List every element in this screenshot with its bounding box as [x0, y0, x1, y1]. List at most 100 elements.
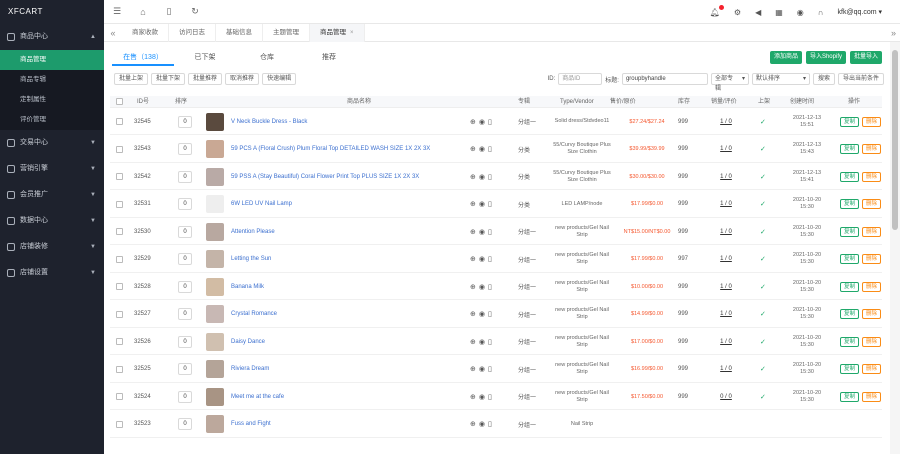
product-name-link[interactable]: Fuss and Fight [231, 421, 271, 427]
sidebar-item[interactable]: 商品管理 [0, 50, 104, 70]
page-tab[interactable]: 访问日志 [169, 23, 216, 42]
row-checkbox[interactable] [116, 255, 123, 263]
eye-icon[interactable]: ◉ [479, 228, 485, 236]
product-thumbnail[interactable] [206, 360, 224, 378]
close-icon[interactable]: × [350, 24, 354, 42]
search-button[interactable]: 搜索 [812, 73, 835, 85]
sidebar-group[interactable]: 数据中心 ▼ [0, 208, 104, 234]
page-tab[interactable]: 商品管理 × [310, 23, 365, 42]
row-checkbox[interactable] [116, 420, 123, 428]
eye-icon[interactable]: ◉ [479, 283, 485, 291]
sort-input[interactable]: 0 [178, 280, 192, 293]
chrome-icon[interactable]: ◉ [797, 8, 804, 17]
globe-icon[interactable]: ⊕ [470, 283, 476, 291]
sales-reviews-link[interactable]: 1 / 0 [720, 311, 732, 317]
bulk-tool-button[interactable]: 取消推荐 [225, 73, 260, 85]
page-tab[interactable]: 基础信息 [216, 23, 263, 42]
user-menu[interactable]: kfk@qq.com ▾ [838, 8, 882, 16]
bell-icon[interactable]: 🔔︎ [710, 4, 724, 17]
globe-icon[interactable]: ⊕ [470, 338, 476, 346]
copy-button[interactable]: 复制 [840, 116, 860, 127]
mobile-icon[interactable]: ▯ [488, 310, 492, 318]
row-checkbox[interactable] [116, 145, 123, 153]
row-checkbox[interactable] [116, 173, 123, 180]
sidebar-group[interactable]: 店铺装修 ▼ [0, 234, 104, 260]
mobile-icon[interactable]: ▯ [488, 145, 492, 153]
bulk-tool-button[interactable]: 批量下架 [151, 73, 186, 85]
copy-button[interactable]: 复制 [840, 336, 860, 347]
eye-icon[interactable]: ◉ [479, 393, 485, 401]
eye-icon[interactable]: ◉ [479, 200, 485, 208]
id-input[interactable]: 商品ID [558, 73, 603, 85]
product-thumbnail[interactable] [206, 332, 224, 351]
sort-input[interactable]: 0 [178, 225, 192, 238]
delete-button[interactable]: 删除 [862, 336, 882, 347]
delete-button[interactable]: 删除 [862, 364, 882, 374]
sort-input[interactable]: 0 [178, 308, 192, 320]
listed-check-icon[interactable]: ✓ [760, 338, 766, 346]
globe-icon[interactable]: ⊕ [470, 173, 476, 181]
mobile-icon[interactable]: ▯ [488, 228, 492, 236]
copy-button[interactable]: 复制 [840, 144, 860, 154]
sales-reviews-link[interactable]: 1 / 0 [720, 201, 732, 207]
calendar-icon[interactable]: ▦ [775, 8, 783, 17]
product-thumbnail[interactable] [206, 415, 224, 433]
tabs-scroll-left-icon[interactable]: « [104, 28, 122, 38]
sales-reviews-link[interactable]: 1 / 0 [720, 284, 732, 290]
product-name-link[interactable]: Daisy Dance [231, 339, 265, 345]
mobile-icon[interactable]: ▯ [488, 200, 492, 208]
copy-button[interactable]: 复制 [840, 171, 860, 182]
row-checkbox[interactable] [116, 310, 123, 318]
delete-button[interactable]: 删除 [862, 226, 882, 237]
sidebar-group[interactable]: 营销引擎 ▼ [0, 156, 104, 182]
refresh-icon[interactable]: ↻ [182, 6, 208, 17]
mobile-icon[interactable]: ▯ [488, 118, 492, 126]
sales-reviews-link[interactable]: 1 / 0 [720, 366, 732, 372]
sort-select[interactable]: 默认排序 ▾ [751, 73, 810, 85]
copy-button[interactable]: 复制 [840, 391, 860, 402]
listed-check-icon[interactable]: ✓ [760, 173, 766, 181]
eye-icon[interactable]: ◉ [479, 365, 485, 373]
product-thumbnail[interactable] [206, 250, 224, 268]
globe-icon[interactable]: ⊕ [470, 393, 476, 401]
globe-icon[interactable]: ⊕ [470, 228, 476, 236]
row-checkbox[interactable] [116, 338, 123, 345]
sort-input[interactable]: 0 [178, 418, 192, 430]
product-thumbnail[interactable] [206, 195, 224, 213]
page-tab[interactable]: 商家收款 [122, 23, 169, 42]
sort-input[interactable]: 0 [178, 335, 192, 348]
listed-check-icon[interactable]: ✓ [760, 255, 766, 263]
bulk-tool-button[interactable]: 批量推荐 [188, 73, 223, 85]
product-name-link[interactable]: Meet me at the cafe [231, 394, 284, 400]
product-name-link[interactable]: Letting the Sun [231, 256, 271, 262]
product-name-link[interactable]: 59 PSS A (Stay Beautiful) Coral Flower P… [231, 174, 419, 180]
sales-reviews-link[interactable]: 1 / 0 [720, 339, 732, 345]
title-input[interactable]: groupbyhandle [621, 73, 708, 85]
product-name-link[interactable]: 6W LED UV Nail Lamp [231, 201, 292, 207]
delete-button[interactable]: 删除 [862, 116, 882, 127]
sort-input[interactable]: 0 [178, 198, 192, 210]
globe-icon[interactable]: ⊕ [470, 118, 476, 126]
sales-reviews-link[interactable]: 1 / 0 [720, 229, 732, 235]
listed-check-icon[interactable]: ✓ [760, 118, 766, 126]
mobile-icon[interactable]: ▯ [488, 338, 492, 346]
row-checkbox[interactable] [116, 283, 123, 290]
eye-icon[interactable]: ◉ [479, 420, 485, 428]
mobile-icon[interactable]: ▯ [156, 6, 182, 17]
sidebar-group[interactable]: 店铺设置 ▼ [0, 260, 104, 286]
copy-button[interactable]: 复制 [840, 226, 860, 237]
eye-icon[interactable]: ◉ [479, 255, 485, 263]
product-name-link[interactable]: Banana Milk [231, 284, 264, 290]
globe-icon[interactable]: ⊕ [470, 310, 476, 318]
sort-input[interactable]: 0 [178, 115, 192, 128]
sidebar-item[interactable]: 评价管理 [0, 110, 104, 130]
copy-button[interactable]: 复制 [840, 199, 860, 209]
product-name-link[interactable]: V Neck Buckle Dress - Black [231, 119, 307, 125]
globe-icon[interactable]: ⊕ [470, 255, 476, 263]
listed-check-icon[interactable]: ✓ [760, 145, 766, 153]
sidebar-group[interactable]: 商品中心 ▲ [0, 24, 104, 50]
sort-input[interactable]: 0 [178, 170, 192, 183]
mobile-icon[interactable]: ▯ [488, 393, 492, 401]
eye-icon[interactable]: ◉ [479, 310, 485, 318]
product-name-link[interactable]: Crystal Romance [231, 311, 277, 317]
